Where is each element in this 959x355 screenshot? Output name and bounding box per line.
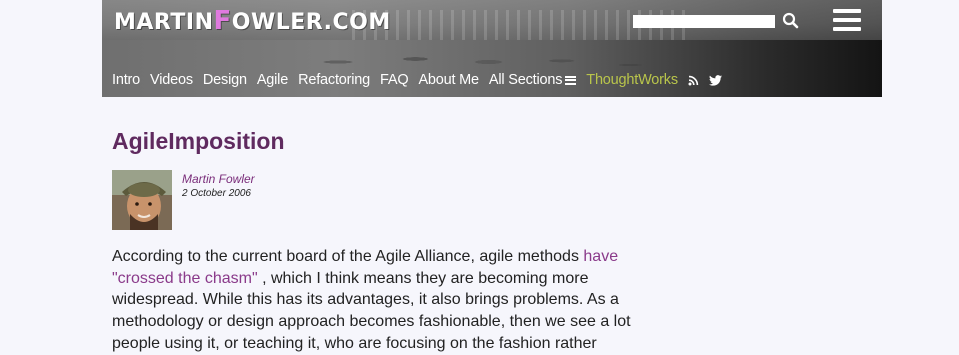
author-avatar <box>112 170 172 230</box>
nav-about-me[interactable]: About Me <box>418 72 479 88</box>
publish-date: 2 October 2006 <box>182 188 251 199</box>
nav-refactoring[interactable]: Refactoring <box>298 72 370 88</box>
logo-part2: OWLER.COM <box>231 10 391 35</box>
nav-design[interactable]: Design <box>203 72 247 88</box>
nav-agile[interactable]: Agile <box>257 72 288 88</box>
logo-part1: MARTIN <box>114 10 214 35</box>
logo-f: F <box>213 6 232 36</box>
nav-intro[interactable]: Intro <box>112 72 140 88</box>
paragraph-text-before: According to the current board of the Ag… <box>112 248 584 265</box>
search-input[interactable] <box>633 15 775 28</box>
twitter-icon[interactable] <box>708 74 722 86</box>
nav-faq[interactable]: FAQ <box>380 72 409 88</box>
rss-icon[interactable] <box>688 75 699 86</box>
search-icon[interactable] <box>782 12 800 30</box>
menu-icon[interactable] <box>833 9 861 33</box>
main-nav: Intro Videos Design Agile Refactoring FA… <box>112 70 732 90</box>
nav-all-sections-label: All Sections <box>488 72 563 88</box>
hamburger-icon <box>565 75 577 85</box>
page-title: AgileImposition <box>112 128 285 154</box>
site-logo[interactable]: MARTINFOWLER.COM <box>114 6 391 36</box>
nav-thoughtworks[interactable]: ThoughtWorks <box>586 72 678 88</box>
nav-videos[interactable]: Videos <box>150 72 193 88</box>
nav-all-sections[interactable]: All Sections <box>488 72 577 88</box>
site-header: MARTINFOWLER.COM Intro Videos Design Agi… <box>102 0 882 97</box>
author-name-link[interactable]: Martin Fowler <box>182 172 255 186</box>
article-paragraph: According to the current board of the Ag… <box>112 246 642 355</box>
